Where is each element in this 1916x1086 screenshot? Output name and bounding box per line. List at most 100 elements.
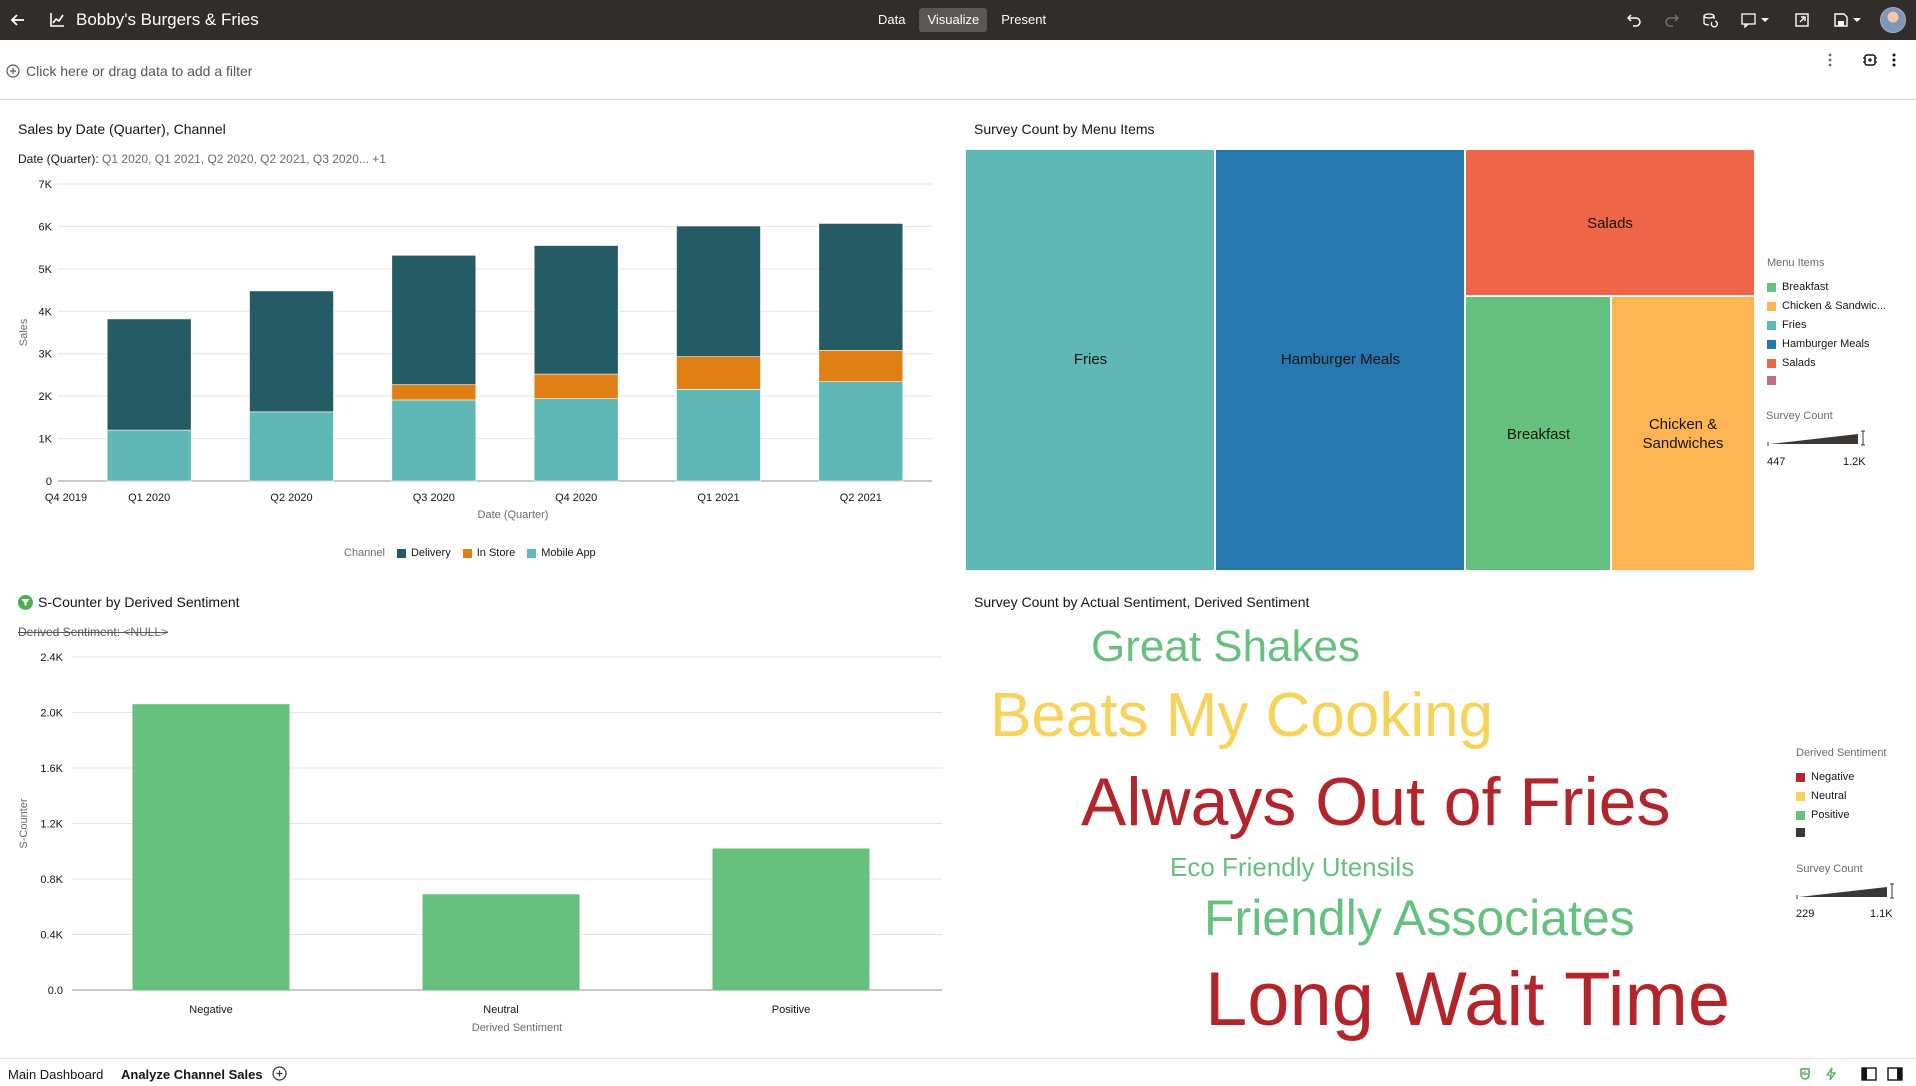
sales-y-tick: 3K xyxy=(39,349,53,361)
hamburger-swatch xyxy=(1767,339,1776,349)
add-canvas-icon[interactable] xyxy=(272,1066,287,1081)
word-friendly-associates[interactable]: Friendly Associates xyxy=(1204,893,1635,943)
add-filter-icon[interactable] xyxy=(6,64,20,78)
legend-item-chicken[interactable]: Chicken & Sandwic... xyxy=(1767,300,1886,312)
lightning-icon[interactable] xyxy=(1822,1065,1840,1083)
breakfast-swatch xyxy=(1767,282,1776,292)
sales-legend-title: Channel xyxy=(344,547,385,559)
sentiment-null-swatch xyxy=(1796,828,1805,837)
comment-menu-icon[interactable] xyxy=(1734,6,1778,34)
back-arrow-icon[interactable] xyxy=(6,8,30,32)
legend-item-neutral[interactable]: Neutral xyxy=(1796,790,1846,802)
wordcloud-size-scale xyxy=(1796,883,1894,899)
mode-data[interactable]: Data xyxy=(870,8,913,32)
scounter-x-axis-label: Derived Sentiment xyxy=(472,1022,563,1034)
sales-filter-values: Q1 2020, Q1 2021, Q2 2020, Q2 2021, Q3 2… xyxy=(102,152,386,166)
scounter-filter[interactable]: Derived Sentiment: <NULL> xyxy=(18,625,168,639)
tile-label-hamburger: Hamburger Meals xyxy=(1280,351,1401,368)
canvas-tabs: Main Dashboard Analyze Channel Sales xyxy=(0,1058,1916,1086)
scounter-y-axis-label: S-Counter xyxy=(18,798,30,848)
sales-stacked-bar-chart[interactable]: 0 1K 2K 3K 4K 5K 6K 7K Sales Q1 2020 Q2 2020 Q3 202… xyxy=(0,170,950,570)
sales-y-tick: 4K xyxy=(39,306,53,318)
wordcloud-size-min: 229 xyxy=(1796,908,1815,920)
sales-y-axis-label: Sales xyxy=(18,318,30,346)
legend-item-mobile-app[interactable]: Mobile App xyxy=(527,547,596,559)
sales-y-tick: 1K xyxy=(39,434,53,446)
right-panel-toggle-icon[interactable] xyxy=(1886,1065,1904,1083)
mobile-app-swatch xyxy=(527,548,537,558)
user-avatar[interactable] xyxy=(1880,7,1906,33)
sales-bar-delivery xyxy=(533,245,619,375)
legend-label-mobile-app: Mobile App xyxy=(541,547,596,559)
tile-label-chicken: Chicken & Sandwiches xyxy=(1642,416,1724,452)
tab-main-dashboard[interactable]: Main Dashboard xyxy=(8,1067,103,1082)
top-bar: Bobby's Burgers & Fries Data Visualize P… xyxy=(0,0,1916,40)
sales-chart-filter[interactable]: Date (Quarter): Q1 2020, Q1 2021, Q2 202… xyxy=(18,152,386,166)
save-menu-icon[interactable] xyxy=(1826,6,1870,34)
canvas-menu-icon[interactable] xyxy=(1886,50,1902,70)
scounter-bar-chart[interactable]: 0.0 0.4K 0.8K 1.2K 1.6K 2.0K 2.4K S-Counter Nega… xyxy=(0,645,950,1045)
negative-swatch xyxy=(1796,772,1805,782)
salads-swatch xyxy=(1767,358,1776,368)
insights-icon[interactable] xyxy=(1796,1065,1814,1083)
legend-label-salads: Salads xyxy=(1782,357,1816,369)
left-panel-toggle-icon[interactable] xyxy=(1860,1065,1878,1083)
tab-analyze-channel-sales[interactable]: Analyze Channel Sales xyxy=(121,1067,263,1082)
word-always-out-of-fries[interactable]: Always Out of Fries xyxy=(1081,768,1671,836)
sales-x-tick: Q4 2020 xyxy=(555,492,597,504)
sales-bar-delivery xyxy=(676,225,761,357)
tile-label-fries: Fries xyxy=(1073,351,1108,368)
workbook-title[interactable]: Bobby's Burgers & Fries xyxy=(76,10,259,30)
legend-label-fries: Fries xyxy=(1782,319,1807,331)
sales-bar-in-store xyxy=(676,356,761,390)
auto-apply-icon[interactable] xyxy=(1860,50,1880,70)
sales-x-tick: Q2 2020 xyxy=(270,492,312,504)
sales-bar-in-store xyxy=(391,384,477,401)
mode-visualize[interactable]: Visualize xyxy=(919,8,988,32)
filter-bar-menu-icon[interactable] xyxy=(1822,50,1838,70)
filter-funnel-icon[interactable] xyxy=(18,595,33,610)
scounter-y-tick: 0.0 xyxy=(48,985,63,997)
scounter-title[interactable]: S-Counter by Derived Sentiment xyxy=(38,594,240,610)
treemap-size-scale xyxy=(1767,430,1865,446)
legend-label-hamburger: Hamburger Meals xyxy=(1782,338,1870,350)
word-long-wait-time[interactable]: Long Wait Time xyxy=(1205,962,1730,1038)
tile-label-salads: Salads xyxy=(1587,215,1633,232)
legend-item-hamburger[interactable]: Hamburger Meals xyxy=(1767,338,1869,350)
sales-chart-title[interactable]: Sales by Date (Quarter), Channel xyxy=(18,121,226,137)
legend-item-in-store[interactable]: In Store xyxy=(462,547,515,559)
toolbar xyxy=(1620,6,1906,34)
export-icon[interactable] xyxy=(1788,6,1816,34)
fries-swatch xyxy=(1767,320,1776,330)
sales-bar-mobile-app xyxy=(249,411,334,482)
wordcloud-legend-title: Derived Sentiment xyxy=(1796,747,1887,759)
word-great-shakes[interactable]: Great Shakes xyxy=(1091,625,1360,669)
legend-item-salads[interactable]: Salads xyxy=(1767,357,1816,369)
wordcloud-size-max: 1.1K xyxy=(1870,908,1893,920)
filter-hint[interactable]: Click here or drag data to add a filter xyxy=(26,63,252,79)
wordcloud-title[interactable]: Survey Count by Actual Sentiment, Derive… xyxy=(974,594,1309,610)
legend-item-delivery[interactable]: Delivery xyxy=(396,547,451,559)
null-swatch xyxy=(1767,376,1776,385)
legend-item-negative[interactable]: Negative xyxy=(1796,771,1854,783)
sales-bar-delivery xyxy=(818,223,904,351)
treemap[interactable]: Fries Hamburger Meals Salads Breakfast C… xyxy=(966,150,1754,570)
mode-present[interactable]: Present xyxy=(993,8,1054,32)
word-eco-friendly-utensils[interactable]: Eco Friendly Utensils xyxy=(1170,854,1414,880)
scounter-x-tick: Positive xyxy=(772,1004,811,1016)
legend-item-sentiment-null[interactable] xyxy=(1796,828,1811,837)
legend-item-positive[interactable]: Positive xyxy=(1796,809,1850,821)
wordcloud-size-title: Survey Count xyxy=(1796,863,1863,875)
treemap-title[interactable]: Survey Count by Menu Items xyxy=(974,121,1155,137)
legend-item-breakfast[interactable]: Breakfast xyxy=(1767,281,1828,293)
sales-filter-label: Date (Quarter): xyxy=(18,152,99,166)
undo-icon[interactable] xyxy=(1620,6,1648,34)
legend-label-neutral: Neutral xyxy=(1811,790,1847,802)
neutral-swatch xyxy=(1796,791,1805,801)
sales-bar-mobile-app xyxy=(106,429,192,482)
refresh-data-icon[interactable] xyxy=(1696,6,1724,34)
redo-icon[interactable] xyxy=(1658,6,1686,34)
word-beats-my-cooking[interactable]: Beats My Cooking xyxy=(990,685,1493,747)
legend-item-fries[interactable]: Fries xyxy=(1767,319,1806,331)
legend-item-null[interactable] xyxy=(1767,376,1782,385)
